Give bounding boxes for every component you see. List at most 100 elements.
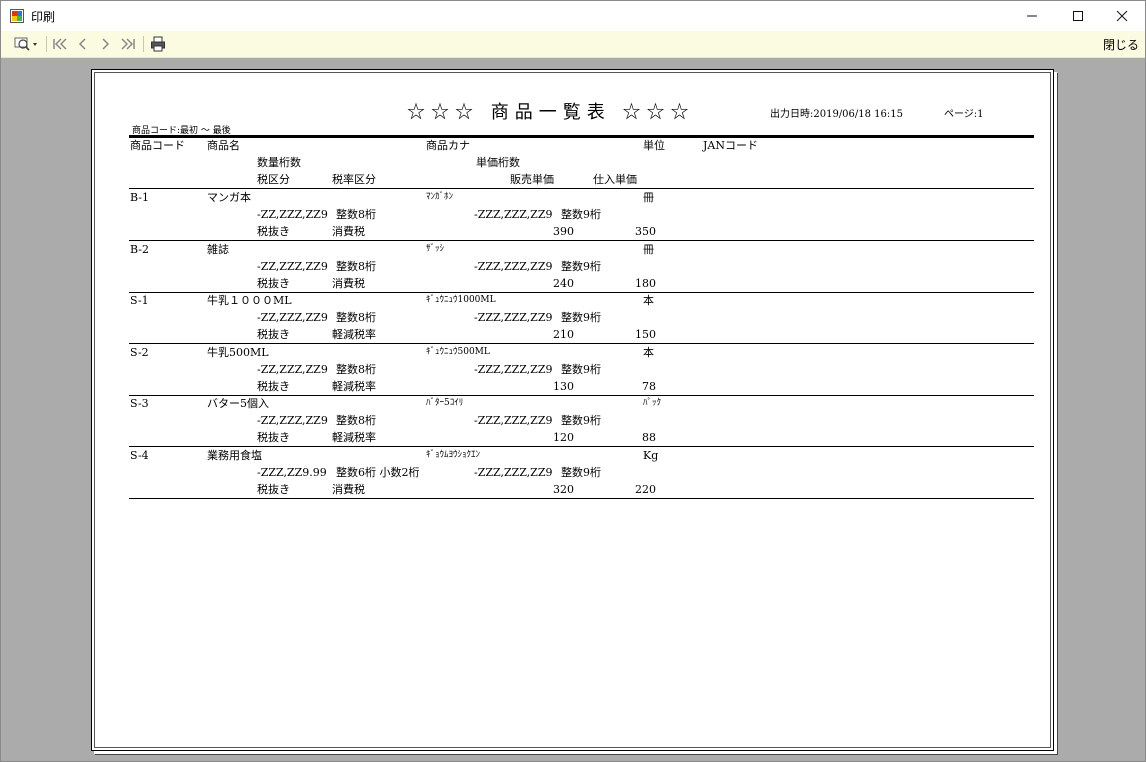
- header-qty-digits: 数量桁数: [257, 156, 301, 169]
- report-page: ☆☆☆ 商品一覧表 ☆☆☆ 出力日時:2019/06/18 16:15 ページ:…: [91, 69, 1054, 751]
- app-icon: [10, 9, 24, 23]
- item-price-format: -ZZZ,ZZZ,ZZ9: [474, 260, 553, 273]
- item-name: 牛乳500ML: [207, 346, 269, 359]
- item-kana: ｷﾞｭｳﾆｭｳ1000ML: [426, 295, 496, 305]
- item-unit: ﾊﾟｯｸ: [643, 398, 662, 408]
- row-separator: [129, 343, 1034, 344]
- item-price-format: -ZZZ,ZZZ,ZZ9: [474, 466, 553, 479]
- item-price-desc: 整数9桁: [561, 414, 601, 427]
- close-preview-button[interactable]: 閉じる: [1103, 36, 1139, 53]
- row-separator: [129, 292, 1034, 293]
- item-cost-price: 150: [635, 328, 656, 341]
- item-kana: ｻﾞｯｼ: [426, 244, 445, 254]
- item-code: S-3: [130, 397, 149, 410]
- page-border: [94, 72, 1051, 748]
- item-qty-format: -ZZ,ZZZ,ZZ9: [257, 414, 328, 427]
- header-tax-rate-type: 税率区分: [332, 173, 376, 186]
- item-code: B-2: [130, 243, 150, 256]
- item-qty-format: -ZZZ,ZZ9.99: [257, 466, 327, 479]
- item-sale-price: 390: [553, 225, 574, 238]
- report-title: ☆☆☆ 商品一覧表 ☆☆☆: [407, 102, 695, 123]
- item-qty-desc: 整数8桁: [336, 311, 376, 324]
- maximize-button[interactable]: [1055, 1, 1101, 31]
- item-price-desc: 整数9桁: [561, 466, 601, 479]
- item-qty-desc: 整数6桁 小数2桁: [336, 466, 420, 479]
- item-tax-type: 税抜き: [257, 277, 290, 290]
- item-price-format: -ZZZ,ZZZ,ZZ9: [474, 363, 553, 376]
- item-price-format: -ZZZ,ZZZ,ZZ9: [474, 311, 553, 324]
- first-page-button[interactable]: [51, 34, 69, 54]
- item-qty-desc: 整数8桁: [336, 414, 376, 427]
- last-page-icon: [121, 38, 135, 50]
- item-tax-type: 税抜き: [257, 225, 290, 238]
- item-code: S-1: [130, 294, 149, 307]
- item-code: B-1: [130, 191, 150, 204]
- close-icon: [1116, 10, 1128, 22]
- page-number: ページ:1: [944, 109, 984, 120]
- item-name: マンガ本: [207, 191, 251, 204]
- header-unit: 単位: [643, 139, 665, 152]
- title-bar: 印刷: [1, 1, 1145, 31]
- item-qty-format: -ZZ,ZZZ,ZZ9: [257, 363, 328, 376]
- minimize-button[interactable]: [1009, 1, 1055, 31]
- item-qty-desc: 整数8桁: [336, 208, 376, 221]
- item-cost-price: 88: [642, 431, 656, 444]
- item-tax-type: 税抜き: [257, 431, 290, 444]
- zoom-button[interactable]: [13, 34, 41, 54]
- item-name: 雑誌: [207, 243, 229, 256]
- preview-toolbar: [1, 31, 1145, 58]
- item-tax-rate: 消費税: [332, 483, 365, 496]
- item-cost-price: 350: [635, 225, 656, 238]
- next-page-button[interactable]: [97, 34, 113, 54]
- item-cost-price: 180: [635, 277, 656, 290]
- item-name: バター5個入: [207, 397, 269, 410]
- item-tax-rate: 軽減税率: [332, 328, 376, 341]
- item-kana: ﾏﾝｶﾞﾎﾝ: [426, 192, 454, 202]
- maximize-icon: [1073, 11, 1083, 21]
- first-page-icon: [53, 38, 67, 50]
- close-button[interactable]: [1099, 1, 1145, 31]
- header-kana: 商品カナ: [426, 139, 470, 152]
- toolbar-separator: [46, 36, 47, 52]
- item-cost-price: 78: [642, 380, 656, 393]
- row-separator: [129, 498, 1034, 499]
- item-unit: 冊: [643, 243, 654, 256]
- previous-page-button[interactable]: [75, 34, 91, 54]
- previous-page-icon: [78, 38, 86, 50]
- item-unit: 本: [643, 346, 654, 359]
- item-qty-format: -ZZ,ZZZ,ZZ9: [257, 208, 328, 221]
- header-name: 商品名: [207, 139, 240, 152]
- item-price-desc: 整数9桁: [561, 260, 601, 273]
- item-kana: ﾊﾞﾀｰ5ｺｲﾘ: [426, 398, 464, 408]
- print-button[interactable]: [148, 34, 168, 54]
- item-tax-type: 税抜き: [257, 328, 290, 341]
- item-sale-price: 240: [553, 277, 574, 290]
- header-tax-type: 税区分: [257, 173, 290, 186]
- item-unit: 本: [643, 294, 654, 307]
- item-tax-type: 税抜き: [257, 380, 290, 393]
- row-separator: [129, 395, 1034, 396]
- last-page-button[interactable]: [118, 34, 138, 54]
- item-tax-rate: 軽減税率: [332, 431, 376, 444]
- minimize-icon: [1027, 15, 1037, 17]
- item-qty-format: -ZZ,ZZZ,ZZ9: [257, 260, 328, 273]
- item-price-format: -ZZZ,ZZZ,ZZ9: [474, 414, 553, 427]
- header-top-rule: [129, 135, 1034, 138]
- print-preview-window: 印刷 閉じる ☆☆☆ 商品一覧表 ☆☆☆ 出力日時:2019/06/18 16:…: [0, 0, 1146, 762]
- row-separator: [129, 240, 1034, 241]
- item-tax-type: 税抜き: [257, 483, 290, 496]
- row-separator: [129, 446, 1034, 447]
- item-unit: 冊: [643, 191, 654, 204]
- header-price-digits: 単価桁数: [476, 156, 520, 169]
- item-tax-rate: 軽減税率: [332, 380, 376, 393]
- item-sale-price: 320: [553, 483, 574, 496]
- print-icon: [151, 36, 165, 52]
- item-qty-desc: 整数8桁: [336, 260, 376, 273]
- header-cost-price: 仕入単価: [593, 173, 637, 186]
- header-code: 商品コード: [130, 139, 185, 152]
- item-sale-price: 210: [553, 328, 574, 341]
- item-tax-rate: 消費税: [332, 225, 365, 238]
- item-price-desc: 整数9桁: [561, 208, 601, 221]
- item-tax-rate: 消費税: [332, 277, 365, 290]
- item-price-desc: 整数9桁: [561, 311, 601, 324]
